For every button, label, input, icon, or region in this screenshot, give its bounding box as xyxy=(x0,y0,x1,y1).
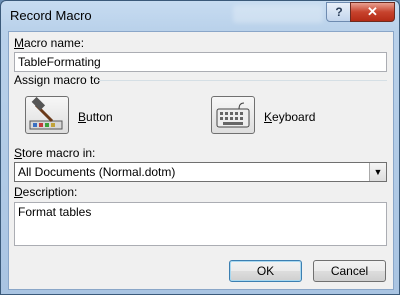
record-macro-dialog: Record Macro ? ✕ Macro name: TableFormat… xyxy=(0,0,400,295)
dialog-body: Macro name: TableFormating Assign macro … xyxy=(8,31,394,290)
description-label: Description: xyxy=(14,185,78,199)
ok-button[interactable]: OK xyxy=(229,260,302,282)
store-macro-label: Store macro in: xyxy=(14,146,96,160)
close-button[interactable]: ✕ xyxy=(350,2,395,22)
help-icon: ? xyxy=(335,5,343,19)
dialog-title: Record Macro xyxy=(10,8,92,23)
description-input[interactable]: Format tables xyxy=(14,202,387,246)
cancel-button[interactable]: Cancel xyxy=(313,260,386,282)
keyboard-assign-button[interactable] xyxy=(211,96,255,134)
store-macro-value: All Documents (Normal.dotm) xyxy=(18,165,176,179)
button-label[interactable]: Button xyxy=(78,110,113,124)
keyboard-icon xyxy=(216,102,250,128)
close-icon: ✕ xyxy=(367,4,378,19)
store-macro-select[interactable]: All Documents (Normal.dotm) ▼ xyxy=(14,162,387,182)
group-divider xyxy=(97,80,387,81)
title-bar[interactable]: Record Macro ? ✕ xyxy=(1,1,399,31)
macro-name-value: TableFormating xyxy=(18,55,101,69)
macro-name-label: Macro name: xyxy=(14,36,85,50)
assign-macro-label: Assign macro to xyxy=(14,73,101,87)
hammer-toolbar-icon xyxy=(29,96,63,130)
help-button[interactable]: ? xyxy=(326,2,352,22)
keyboard-label[interactable]: Keyboard xyxy=(264,110,315,124)
macro-name-input[interactable]: TableFormating xyxy=(14,52,387,72)
background-blur xyxy=(233,5,323,23)
chevron-down-icon[interactable]: ▼ xyxy=(369,163,386,181)
description-value: Format tables xyxy=(18,205,92,219)
button-assign-button[interactable] xyxy=(25,96,69,134)
